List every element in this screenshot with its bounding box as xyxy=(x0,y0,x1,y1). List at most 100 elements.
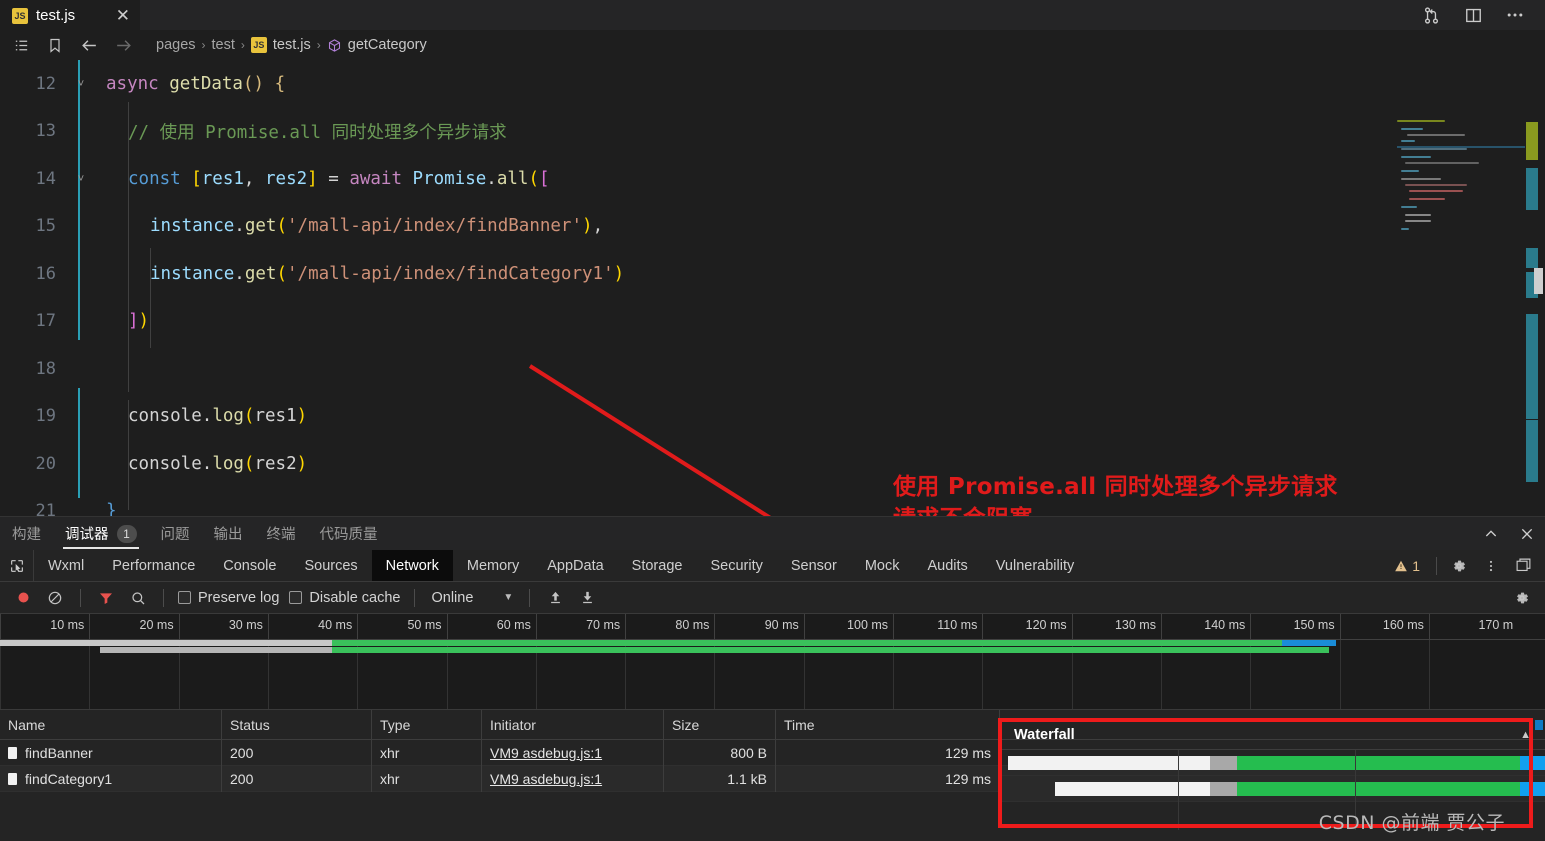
code-line[interactable]: 13 // 使用 Promise.all 同时处理多个异步请求 xyxy=(0,108,1545,156)
inspect-element-icon[interactable] xyxy=(0,550,34,581)
request-bar-2-green xyxy=(332,647,1329,653)
code-line-text: } xyxy=(90,501,117,516)
more-vertical-icon[interactable] xyxy=(1477,552,1505,580)
devtools-tab-vulnerability[interactable]: Vulnerability xyxy=(982,550,1088,581)
dock-side-icon[interactable] xyxy=(1509,552,1537,580)
waterfall-scroll-nub[interactable] xyxy=(1535,720,1543,730)
bookmark-icon[interactable] xyxy=(38,32,72,58)
breadcrumb-item-pages[interactable]: pages xyxy=(156,37,196,53)
code-line[interactable]: 15 instance.get('/mall-api/index/findBann… xyxy=(0,203,1545,251)
fold-chevron-icon[interactable]: ˅ xyxy=(72,173,90,185)
breadcrumb-item-testjs[interactable]: test.js xyxy=(273,37,311,53)
panel-tab-3[interactable]: 输出 xyxy=(202,517,255,551)
record-button-icon[interactable] xyxy=(8,584,38,612)
outline-icon[interactable] xyxy=(4,32,38,58)
waterfall-row[interactable] xyxy=(1000,750,1545,776)
cell-type: xhr xyxy=(372,739,482,766)
devtools-tab-sources[interactable]: Sources xyxy=(290,550,371,581)
column-header-type[interactable]: Type xyxy=(372,709,482,740)
devtools-tab-wxml[interactable]: Wxml xyxy=(34,550,98,581)
symbol-method-icon xyxy=(327,38,342,53)
network-settings-gear-icon[interactable] xyxy=(1507,584,1537,612)
code-token: res2 xyxy=(265,168,308,189)
bottom-panel-tabs: 构建 调试器 1 问题 输出 终端 代码质量 xyxy=(0,516,1545,550)
panel-tab-5[interactable]: 代码质量 xyxy=(308,517,390,551)
upload-icon[interactable] xyxy=(540,584,570,612)
breadcrumb: pages › test › JS test.js › getCategory xyxy=(0,30,1545,60)
code-editor[interactable]: 12 ˅ async getData() {13// 使用 Promise.all … xyxy=(0,60,1545,516)
devtools-tab-network[interactable]: Network xyxy=(371,550,453,581)
rail-thumb[interactable] xyxy=(1534,268,1543,294)
search-icon[interactable] xyxy=(123,584,153,612)
waterfall-header[interactable]: Waterfall ▲ xyxy=(1000,720,1545,750)
panel-tab-0[interactable]: 构建 xyxy=(0,517,53,551)
code-line[interactable]: 18 xyxy=(0,345,1545,393)
download-icon[interactable] xyxy=(572,584,602,612)
warning-count-badge[interactable]: 1 xyxy=(1386,558,1428,574)
devtools-tab-mock[interactable]: Mock xyxy=(851,550,914,581)
code-line[interactable]: 14 ˅ const [res1, res2] = await Promise.al… xyxy=(0,155,1545,203)
chevron-down-icon: ▼ xyxy=(503,592,514,603)
code-line[interactable]: 12 ˅ async getData() { xyxy=(0,60,1545,108)
js-file-icon: JS xyxy=(12,7,28,24)
close-icon[interactable]: ✕ xyxy=(116,7,130,24)
column-header-initiator[interactable]: Initiator xyxy=(482,709,664,740)
editor-scroll-rail[interactable] xyxy=(1525,120,1543,516)
clear-icon[interactable] xyxy=(40,584,70,612)
back-arrow-icon[interactable] xyxy=(72,32,106,58)
code-token: getData xyxy=(169,73,243,94)
code-token: ( xyxy=(243,406,255,427)
devtools-tab-storage[interactable]: Storage xyxy=(618,550,697,581)
disable-cache-checkbox[interactable]: Disable cache xyxy=(285,590,404,606)
breadcrumb-item-test[interactable]: test xyxy=(212,37,235,53)
initiator-link[interactable]: VM9 asdebug.js:1 xyxy=(490,745,602,761)
filter-icon[interactable] xyxy=(91,584,121,612)
source-control-icon[interactable] xyxy=(1421,5,1441,25)
breadcrumb-item-getcategory[interactable]: getCategory xyxy=(348,37,427,53)
collapse-panel-icon[interactable] xyxy=(1473,517,1509,551)
column-header-name[interactable]: Name xyxy=(0,709,222,740)
line-number: 17 xyxy=(35,311,56,332)
devtools-tab-security[interactable]: Security xyxy=(696,550,776,581)
column-header-size[interactable]: Size xyxy=(664,709,776,740)
code-line[interactable]: 17]) xyxy=(0,298,1545,346)
throttle-select[interactable]: Online ▼ xyxy=(425,590,519,606)
waterfall-row[interactable] xyxy=(1000,776,1545,802)
waterfall-stalled-segment xyxy=(1209,782,1238,796)
devtools-tab-memory[interactable]: Memory xyxy=(453,550,533,581)
code-token: get xyxy=(244,216,277,237)
line-number: 14 xyxy=(35,168,56,189)
code-token: log xyxy=(212,406,244,427)
forward-arrow-icon[interactable] xyxy=(106,32,140,58)
panel-tab-4[interactable]: 终端 xyxy=(255,517,308,551)
network-overview-timeline[interactable]: 10 ms 20 ms 30 ms 40 ms 50 ms 60 ms 70 ms 80 ms… xyxy=(0,614,1545,710)
devtools-tab-appdata[interactable]: AppData xyxy=(533,550,617,581)
devtools-tab-performance[interactable]: Performance xyxy=(98,550,209,581)
initiator-link[interactable]: VM9 asdebug.js:1 xyxy=(490,771,602,787)
code-line[interactable]: 19 console.log(res1) xyxy=(0,393,1545,441)
checkbox-box[interactable] xyxy=(178,591,191,604)
editor-tab-test-js[interactable]: JS test.js ✕ xyxy=(0,0,140,30)
column-header-status[interactable]: Status xyxy=(222,709,372,740)
devtools-tab-audits[interactable]: Audits xyxy=(913,550,981,581)
timeline-tick-label: 100 ms xyxy=(847,618,889,632)
split-editor-icon[interactable] xyxy=(1463,5,1483,25)
more-actions-icon[interactable] xyxy=(1505,5,1525,25)
panel-tab-1[interactable]: 调试器 1 xyxy=(53,517,149,551)
settings-gear-icon[interactable] xyxy=(1445,552,1473,580)
sort-ascending-icon[interactable]: ▲ xyxy=(1520,729,1531,741)
code-line-text: // 使用 Promise.all 同时处理多个异步请求 xyxy=(90,119,507,144)
close-panel-icon[interactable] xyxy=(1509,517,1545,551)
panel-tab-2[interactable]: 问题 xyxy=(149,517,202,551)
preserve-log-checkbox[interactable]: Preserve log xyxy=(174,590,283,606)
fold-chevron-icon[interactable]: ˅ xyxy=(72,78,90,90)
waterfall-download-segment xyxy=(1237,782,1521,796)
devtools-tab-sensor[interactable]: Sensor xyxy=(777,550,851,581)
devtools-tab-console[interactable]: Console xyxy=(209,550,290,581)
cell-status: 200 xyxy=(222,765,372,792)
code-token: ) xyxy=(613,263,625,284)
code-line[interactable]: 16 instance.get('/mall-api/index/findCate… xyxy=(0,250,1545,298)
checkbox-box[interactable] xyxy=(289,591,303,604)
column-header-time[interactable]: Time xyxy=(776,709,1000,740)
editor-minimap[interactable] xyxy=(1397,120,1525,516)
